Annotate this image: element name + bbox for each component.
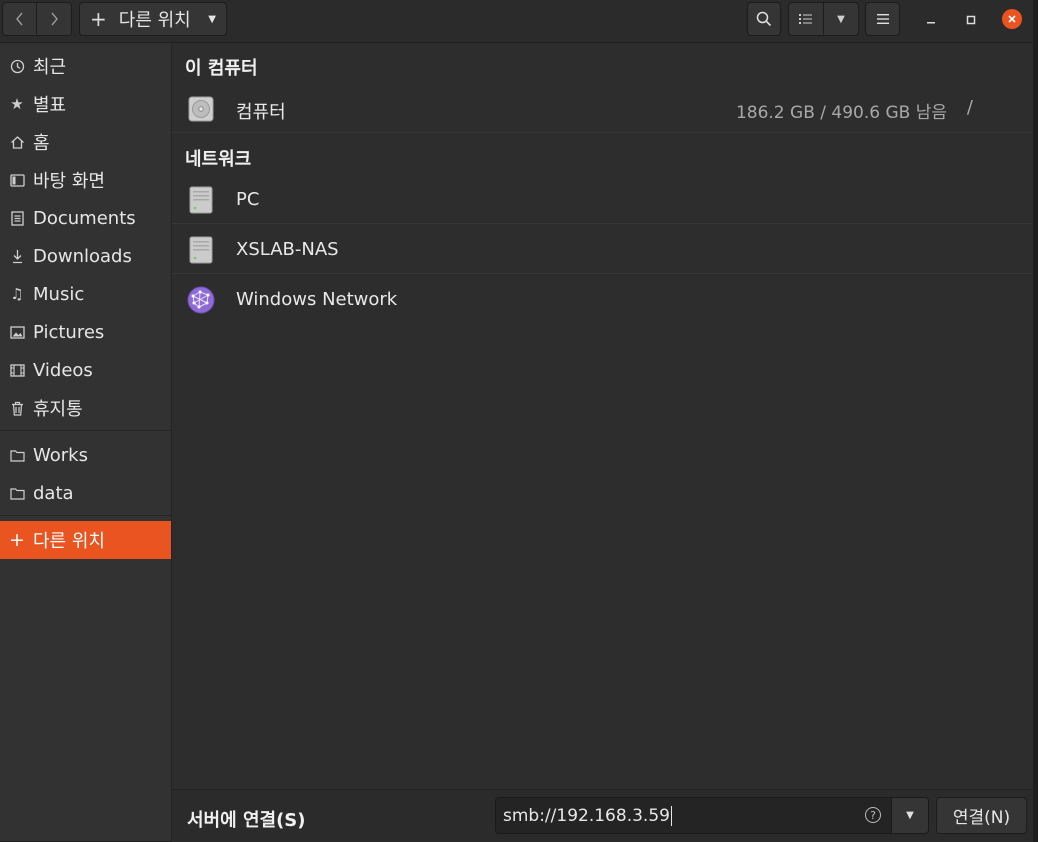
sidebar-item-works[interactable]: Works bbox=[0, 436, 171, 474]
sidebar-item-label: 홈 bbox=[33, 133, 50, 154]
sidebar-item-label: Documents bbox=[33, 207, 136, 229]
sidebar-item-label: Downloads bbox=[33, 245, 132, 267]
picture-icon bbox=[8, 325, 26, 339]
server-address-combo: smb://192.168.3.59 ? ▼ bbox=[495, 797, 929, 834]
row-separator bbox=[172, 132, 1033, 133]
disk-space-info: 186.2 GB / 490.6 GB 남음 bbox=[735, 103, 947, 123]
sidebar-item-recent[interactable]: 최근 bbox=[0, 47, 171, 85]
sidebar-item-label: 별표 bbox=[33, 95, 67, 116]
clock-icon bbox=[8, 59, 26, 74]
sidebar-item-music[interactable]: ♫ Music bbox=[0, 275, 171, 313]
network-server-icon bbox=[189, 236, 213, 264]
hamburger-icon bbox=[876, 14, 889, 24]
sidebar-item-label: Music bbox=[33, 283, 85, 305]
sidebar-item-label: 휴지통 bbox=[33, 399, 83, 420]
chevron-down-icon: ▼ bbox=[837, 13, 845, 25]
server-history-dropdown-button[interactable]: ▼ bbox=[892, 797, 929, 834]
sidebar-item-home[interactable]: 홈 bbox=[0, 123, 171, 161]
sidebar: 최근 ★ 별표 홈 바탕 화면 Documents Downloads ♫ Mu… bbox=[0, 43, 172, 841]
section-title-network: 네트워크 bbox=[185, 149, 252, 170]
sidebar-item-label: Works bbox=[33, 444, 88, 466]
plus-icon: + bbox=[9, 529, 25, 551]
sidebar-item-label: Pictures bbox=[33, 321, 105, 343]
hard-disk-icon bbox=[188, 96, 214, 122]
mount-point: / bbox=[966, 97, 973, 118]
windows-network-icon bbox=[187, 286, 215, 314]
server-address-input[interactable]: smb://192.168.3.59 ? bbox=[495, 797, 892, 834]
forward-button[interactable] bbox=[37, 2, 72, 36]
sidebar-item-downloads[interactable]: Downloads bbox=[0, 237, 171, 275]
search-button[interactable] bbox=[747, 2, 781, 36]
list-item-windows-network[interactable]: Windows Network bbox=[172, 277, 1033, 323]
network-server-icon bbox=[189, 186, 213, 214]
maximize-icon bbox=[966, 15, 976, 25]
navigation-buttons bbox=[2, 2, 72, 36]
sidebar-separator bbox=[0, 430, 171, 431]
path-label: 다른 위치 bbox=[118, 10, 191, 31]
close-button[interactable] bbox=[1002, 9, 1022, 29]
back-button[interactable] bbox=[2, 2, 37, 36]
chevron-down-icon: ▼ bbox=[906, 810, 914, 821]
help-icon[interactable]: ? bbox=[865, 807, 881, 823]
list-view-icon bbox=[799, 14, 812, 24]
sidebar-item-label: 최근 bbox=[33, 57, 67, 78]
menu-button[interactable] bbox=[865, 2, 900, 36]
document-icon bbox=[8, 210, 26, 226]
place-name: XSLAB-NAS bbox=[236, 239, 339, 260]
file-manager-window: + 다른 위치 ▼ ▼ 최근 ★ 별표 홈 바탕 화면 Documents Do… bbox=[0, 0, 1033, 842]
search-icon bbox=[756, 11, 772, 27]
desktop-icon bbox=[8, 173, 26, 187]
plus-icon: + bbox=[90, 7, 107, 31]
sidebar-item-label: data bbox=[33, 482, 74, 504]
sidebar-item-trash[interactable]: 휴지통 bbox=[0, 389, 171, 427]
folder-icon bbox=[8, 487, 26, 500]
sidebar-item-pictures[interactable]: Pictures bbox=[0, 313, 171, 351]
video-icon bbox=[8, 363, 26, 377]
connect-button[interactable]: 연결(N) bbox=[936, 797, 1027, 834]
list-item-computer[interactable]: 컴퓨터 186.2 GB / 490.6 GB 남음 / bbox=[172, 86, 1033, 132]
list-view-button[interactable] bbox=[788, 2, 824, 36]
list-item-network-pc[interactable]: PC bbox=[172, 177, 1033, 223]
view-buttons: ▼ bbox=[788, 2, 859, 36]
sidebar-item-label: Videos bbox=[33, 359, 93, 381]
trash-icon bbox=[8, 401, 26, 416]
minimize-button[interactable] bbox=[921, 10, 941, 30]
sidebar-item-starred[interactable]: ★ 별표 bbox=[0, 85, 171, 123]
place-name: 컴퓨터 bbox=[236, 102, 286, 123]
sidebar-item-data[interactable]: data bbox=[0, 474, 171, 512]
sidebar-item-desktop[interactable]: 바탕 화면 bbox=[0, 161, 171, 199]
row-separator bbox=[172, 273, 1033, 274]
text-cursor bbox=[670, 805, 672, 826]
folder-icon bbox=[8, 449, 26, 462]
sidebar-item-documents[interactable]: Documents bbox=[0, 199, 171, 237]
download-icon bbox=[8, 249, 26, 264]
chevron-left-icon bbox=[15, 12, 23, 26]
connect-to-server-label: 서버에 연결(S) bbox=[187, 810, 306, 831]
sidebar-item-label: 바탕 화면 bbox=[33, 171, 105, 192]
star-icon: ★ bbox=[10, 95, 24, 113]
section-title-this-computer: 이 컴퓨터 bbox=[185, 58, 258, 79]
home-icon bbox=[8, 135, 26, 150]
path-bar-button[interactable]: + 다른 위치 ▼ bbox=[79, 2, 227, 36]
server-address-value: smb://192.168.3.59 bbox=[503, 805, 670, 826]
row-separator bbox=[172, 223, 1033, 224]
sidebar-item-videos[interactable]: Videos bbox=[0, 351, 171, 389]
chevron-down-icon: ▼ bbox=[208, 13, 216, 25]
sidebar-item-other-locations[interactable]: + 다른 위치 bbox=[0, 521, 171, 559]
maximize-button[interactable] bbox=[961, 10, 981, 30]
list-item-network-xslab-nas[interactable]: XSLAB-NAS bbox=[172, 227, 1033, 273]
place-name: Windows Network bbox=[236, 289, 398, 310]
music-icon: ♫ bbox=[10, 285, 24, 303]
close-icon bbox=[1008, 15, 1016, 23]
place-name: PC bbox=[236, 189, 260, 210]
minimize-icon bbox=[927, 22, 935, 24]
view-options-button[interactable]: ▼ bbox=[824, 2, 859, 36]
places-view: 이 컴퓨터 컴퓨터 186.2 GB / 490.6 GB 남음 / 네트워크 … bbox=[172, 43, 1033, 789]
connect-to-server-bar: 서버에 연결(S) smb://192.168.3.59 ? ▼ 연결(N) bbox=[172, 789, 1033, 842]
chevron-right-icon bbox=[51, 12, 58, 26]
header-bar: + 다른 위치 ▼ ▼ bbox=[0, 0, 1033, 43]
sidebar-separator bbox=[0, 515, 171, 516]
sidebar-item-label: 다른 위치 bbox=[33, 531, 105, 552]
